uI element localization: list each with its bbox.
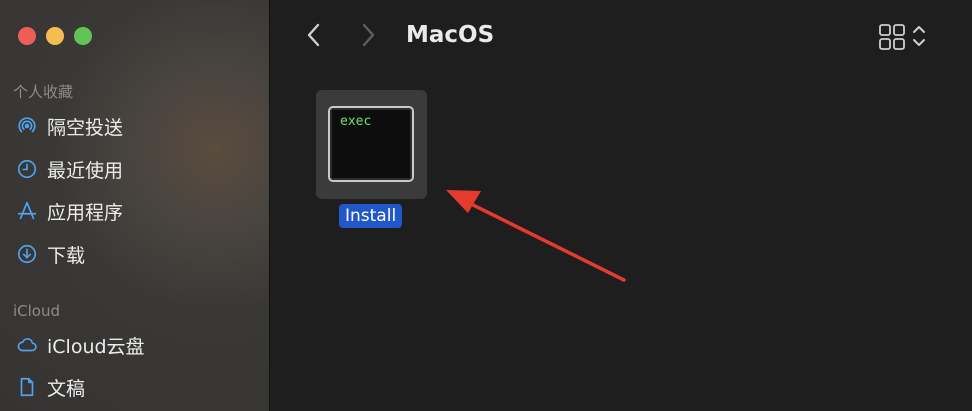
sidebar-item-downloads[interactable]: 下载 [16,239,85,269]
terminal-preview-text: exec [340,114,372,129]
document-icon [16,376,38,398]
chevron-up-down-icon[interactable] [911,22,927,50]
main-content: MacOS exec Install [271,0,972,411]
sidebar-item-recents[interactable]: 最近使用 [16,154,123,184]
sidebar-item-label: 应用程序 [47,201,124,224]
chevron-left-icon [307,23,320,47]
terminal-exec-icon: exec [328,106,414,182]
sidebar-item-applications[interactable]: 应用程序 [16,196,123,226]
back-button[interactable] [299,20,329,50]
close-window-button[interactable] [18,27,36,45]
sidebar-item-label: 隔空投送 [47,116,124,139]
window-controls [18,27,92,45]
download-icon [16,243,38,265]
chevron-right-icon [362,23,375,47]
sidebar-item-label: iCloud云盘 [47,335,145,358]
applications-icon [16,200,38,222]
airdrop-icon [16,115,38,137]
sidebar-item-icloud-drive[interactable]: iCloud云盘 [16,330,145,360]
sidebar-item-label: 文稿 [47,377,86,400]
icloud-section-title: iCloud [13,302,61,320]
sidebar: 个人收藏 隔空投送 最近使用 应用程序 下载 iCloud iCloud云盘 文… [0,0,270,411]
grid-view-icon[interactable] [877,22,907,52]
sidebar-item-airdrop[interactable]: 隔空投送 [16,111,123,141]
sidebar-item-label: 最近使用 [47,159,124,182]
file-name-label[interactable]: Install [339,204,403,228]
window-title: MacOS [406,22,495,48]
cloud-icon [16,334,38,356]
file-item-install[interactable]: exec [316,90,427,199]
forward-button[interactable] [353,20,383,50]
clock-icon [16,158,38,180]
annotation-arrow-icon [446,190,626,282]
zoom-window-button[interactable] [74,27,92,45]
sidebar-item-label: 下载 [47,244,86,267]
favorites-section-title: 个人收藏 [13,83,74,101]
minimize-window-button[interactable] [46,27,64,45]
sidebar-item-documents[interactable]: 文稿 [16,372,85,402]
